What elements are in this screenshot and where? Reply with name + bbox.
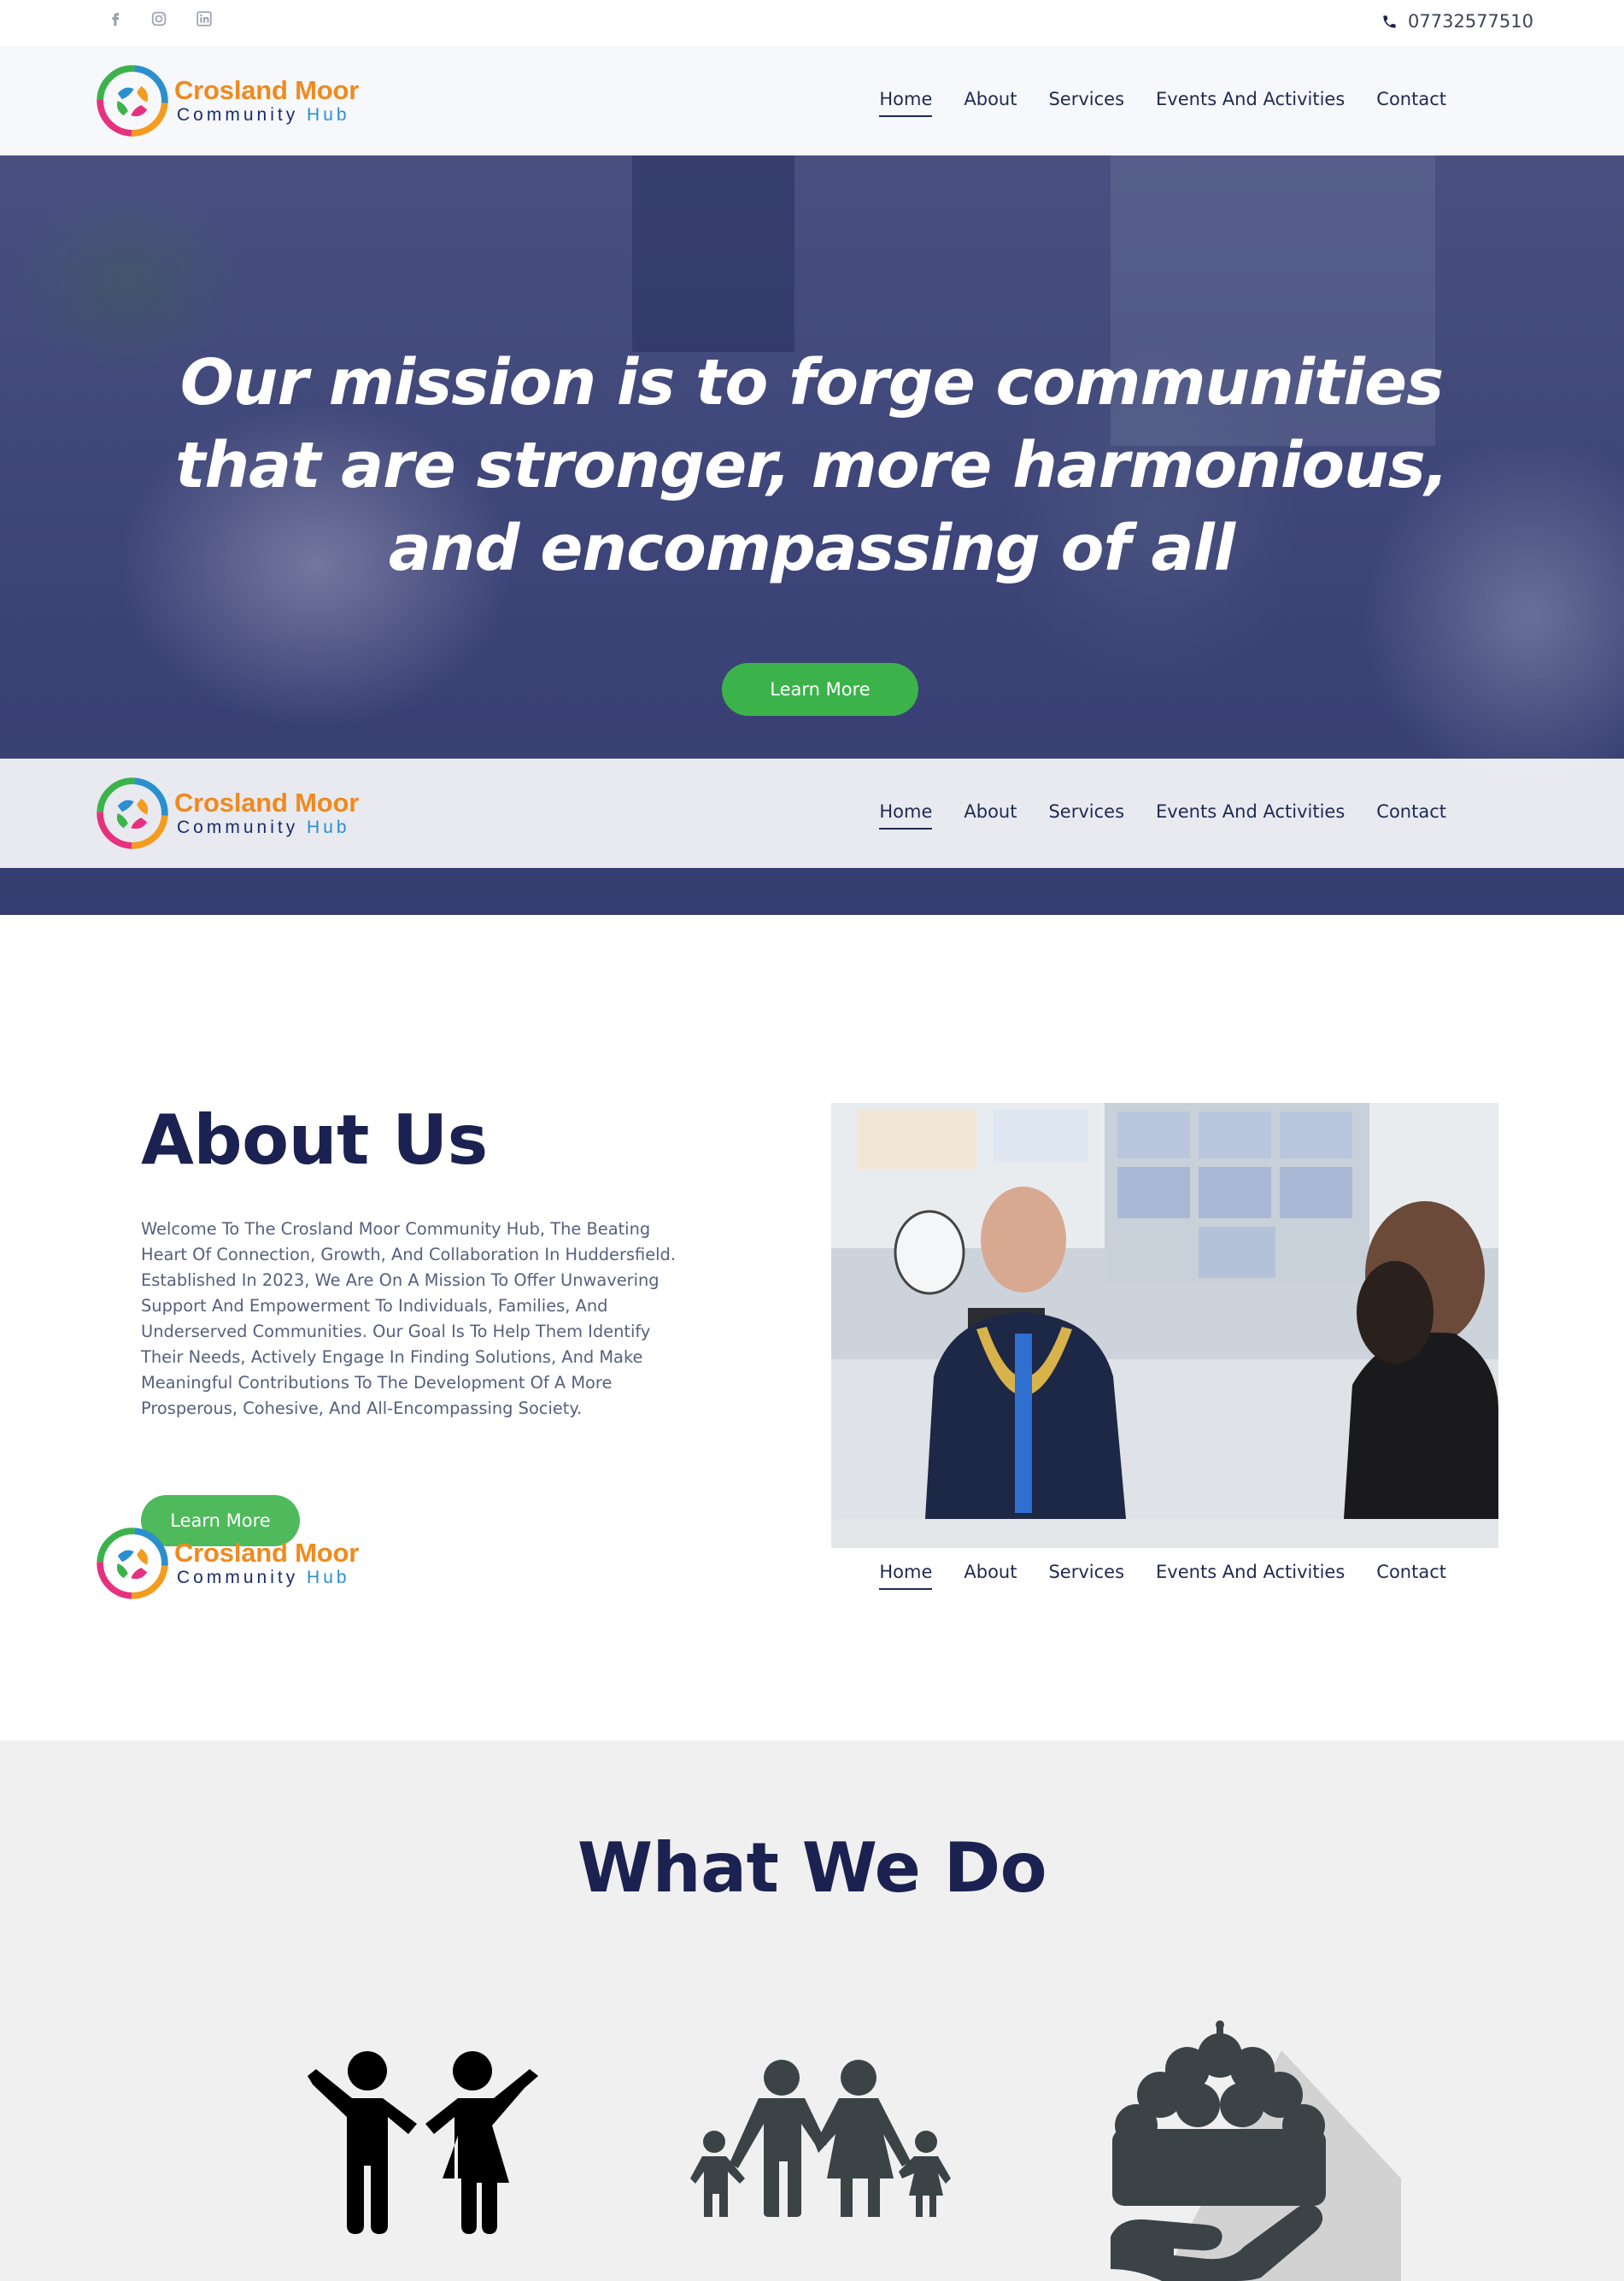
hero-title: Our mission is to forge communities that… bbox=[175, 346, 1449, 585]
family-icon bbox=[690, 2059, 951, 2217]
hero-learn-more-button[interactable]: Learn More bbox=[722, 663, 918, 716]
main-nav: Home About Services Events And Activitie… bbox=[879, 1562, 1446, 1590]
nav-events[interactable]: Events And Activities bbox=[1156, 801, 1345, 830]
nav-contact[interactable]: Contact bbox=[1376, 801, 1446, 830]
phone-icon bbox=[1383, 15, 1396, 28]
instagram-icon[interactable] bbox=[148, 8, 170, 30]
nav-services[interactable]: Services bbox=[1048, 801, 1124, 830]
nav-contact[interactable]: Contact bbox=[1376, 89, 1446, 117]
nav-home[interactable]: Home bbox=[879, 801, 933, 830]
about-photo bbox=[831, 1103, 1498, 1519]
site-logo[interactable]: Crosland Moor Community Hub bbox=[96, 776, 369, 851]
logo-sub-community: Community bbox=[177, 1568, 299, 1587]
logo-mark-icon bbox=[97, 777, 168, 849]
logo-mark-icon bbox=[97, 65, 168, 137]
nav-home[interactable]: Home bbox=[879, 89, 933, 117]
logo-sub-hub: Hub bbox=[307, 818, 350, 837]
main-header: Crosland Moor Community Hub Home About S… bbox=[0, 46, 1624, 155]
logo-name: Crosland Moor bbox=[174, 788, 360, 818]
linkedin-icon[interactable] bbox=[193, 8, 215, 30]
nav-home[interactable]: Home bbox=[879, 1562, 933, 1590]
nav-about[interactable]: About bbox=[964, 89, 1017, 117]
what-we-do-title: What We Do bbox=[577, 1828, 1047, 1908]
logo-sub-hub: Hub bbox=[307, 1568, 350, 1587]
logo-sub-hub: Hub bbox=[307, 105, 350, 125]
overlay-header: Crosland Moor Community Hub Home About S… bbox=[0, 1517, 1624, 1611]
nav-about[interactable]: About bbox=[964, 801, 1017, 830]
facebook-icon[interactable] bbox=[104, 8, 126, 30]
main-nav: Home About Services Events And Activitie… bbox=[879, 89, 1446, 117]
logo-name: Crosland Moor bbox=[174, 75, 360, 105]
logo-sub-community: Community bbox=[177, 818, 299, 837]
sticky-header: Crosland Moor Community Hub Home About S… bbox=[0, 759, 1624, 868]
site-logo[interactable]: Crosland Moor Community Hub bbox=[96, 1526, 369, 1601]
nav-contact[interactable]: Contact bbox=[1376, 1562, 1446, 1590]
phone-number: 07732577510 bbox=[1408, 11, 1533, 32]
nav-about[interactable]: About bbox=[964, 1562, 1017, 1590]
nav-events[interactable]: Events And Activities bbox=[1156, 1562, 1345, 1590]
logo-sub-community: Community bbox=[177, 105, 299, 125]
logo-mark-icon bbox=[97, 1528, 168, 1599]
main-nav: Home About Services Events And Activitie… bbox=[879, 801, 1446, 830]
top-bar: 07732577510 bbox=[0, 0, 1624, 46]
children-icon bbox=[308, 2050, 538, 2234]
phone-contact[interactable]: 07732577510 bbox=[1381, 11, 1533, 32]
about-text: Welcome To The Crosland Moor Community H… bbox=[141, 1219, 677, 1418]
nav-services[interactable]: Services bbox=[1048, 1562, 1124, 1590]
nav-events[interactable]: Events And Activities bbox=[1156, 89, 1345, 117]
community-care-icon bbox=[1111, 2016, 1401, 2281]
site-logo[interactable]: Crosland Moor Community Hub bbox=[96, 63, 369, 138]
logo-name: Crosland Moor bbox=[174, 1538, 360, 1568]
nav-services[interactable]: Services bbox=[1048, 89, 1124, 117]
about-title: About Us bbox=[141, 1100, 488, 1180]
